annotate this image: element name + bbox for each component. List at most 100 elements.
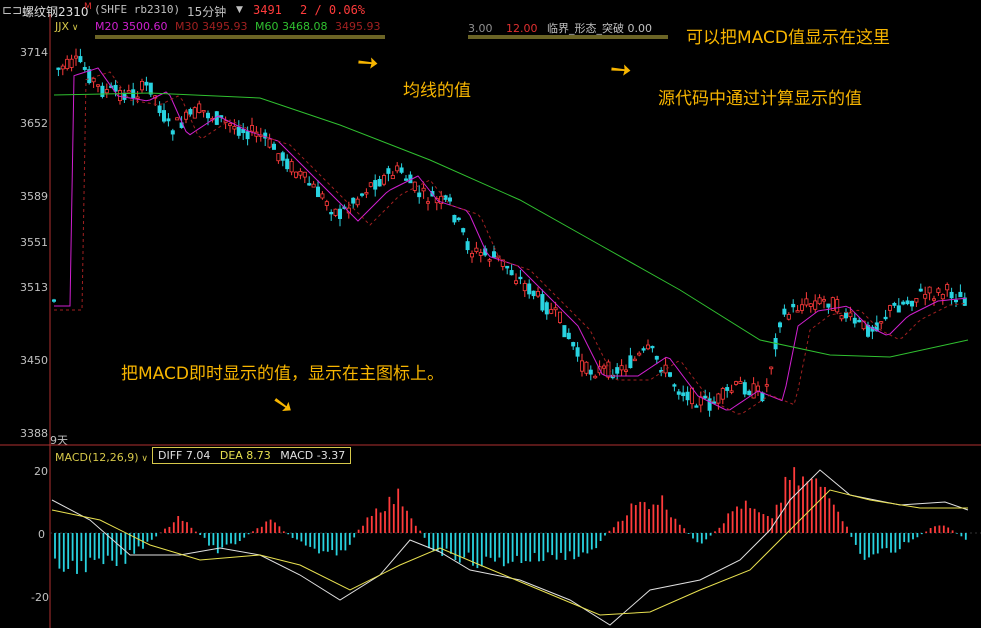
annotation-source-value: 源代码中通过计算显示的值	[658, 89, 862, 109]
candle-body	[764, 384, 769, 387]
candle-body	[421, 187, 426, 192]
candle-body	[390, 175, 395, 180]
candle-body	[364, 192, 369, 195]
candle-body	[74, 55, 79, 59]
candle-body	[381, 175, 386, 185]
candle-body	[395, 165, 400, 172]
candle-body	[786, 314, 791, 320]
candle-body	[166, 118, 171, 122]
annotation-macd-here: 可以把MACD值显示在这里	[686, 28, 890, 48]
candle-body	[311, 183, 316, 188]
candle-body	[469, 253, 474, 258]
candle-body	[813, 300, 818, 310]
candle-body	[945, 284, 950, 291]
candle-body	[628, 355, 633, 369]
candle-body	[958, 291, 963, 298]
annotation-ma-value: 均线的值	[403, 81, 471, 101]
candle-body	[905, 300, 910, 305]
candle-body	[531, 290, 536, 297]
candle-body	[619, 365, 624, 371]
candle-body	[624, 369, 629, 372]
candle-body	[161, 110, 166, 122]
candle-body	[654, 355, 659, 360]
candle-body	[302, 171, 307, 178]
candle-body	[56, 67, 61, 70]
candle-body	[157, 105, 162, 113]
candle-body	[241, 128, 246, 134]
candle-body	[778, 322, 783, 328]
candle-body	[681, 392, 686, 397]
candle-body	[562, 325, 567, 338]
candle-body	[135, 96, 140, 99]
candle-body	[456, 217, 461, 221]
candle-body	[192, 107, 197, 119]
candle-body	[716, 393, 721, 404]
candle-body	[91, 77, 96, 83]
candle-body	[936, 288, 941, 293]
candle-body	[333, 208, 338, 216]
candle-body	[337, 208, 342, 219]
candle-body	[447, 197, 452, 202]
candle-body	[602, 365, 607, 369]
candle-body	[791, 303, 796, 308]
candle-body	[575, 347, 580, 357]
candle-body	[883, 316, 888, 320]
candle-body	[509, 270, 514, 276]
candle-body	[197, 103, 202, 113]
candle-body	[593, 375, 598, 379]
candle-body	[188, 109, 193, 115]
candle-body	[307, 183, 312, 186]
candle-body	[170, 130, 175, 135]
candle-body	[205, 112, 210, 119]
candle-body	[901, 301, 906, 305]
candle-body	[245, 131, 250, 140]
candle-body	[848, 312, 853, 318]
candle-body	[227, 123, 232, 126]
candle-body	[571, 342, 576, 347]
candle-body	[646, 344, 651, 350]
candle-body	[650, 345, 655, 349]
candle-body	[892, 302, 897, 306]
candle-body	[923, 293, 928, 299]
candle-body	[668, 372, 673, 377]
candle-body	[672, 384, 677, 387]
candle-body	[491, 251, 496, 258]
candle-body	[126, 90, 131, 93]
candle-body	[720, 388, 725, 400]
candle-body	[399, 167, 404, 173]
candle-body	[417, 192, 422, 198]
candle-body	[69, 58, 74, 68]
candle-body	[540, 294, 545, 311]
candle-body	[932, 298, 937, 301]
candle-body	[315, 186, 320, 198]
candle-body	[271, 143, 276, 150]
candle-body	[320, 193, 325, 199]
candle-body	[527, 283, 532, 295]
candle-body	[637, 352, 642, 356]
candle-body	[822, 299, 827, 302]
candle-body	[949, 291, 954, 299]
candle-body	[795, 310, 800, 313]
candle-body	[487, 259, 492, 262]
candle-body	[549, 309, 554, 314]
candle-body	[918, 288, 923, 292]
candle-body	[817, 297, 822, 305]
candle-body	[474, 247, 479, 252]
candle-body	[852, 317, 857, 324]
candle-body	[285, 158, 290, 170]
candle-body	[201, 110, 206, 113]
candle-body	[412, 181, 417, 191]
candle-body	[276, 153, 281, 162]
candle-body	[118, 90, 123, 102]
candle-body	[914, 298, 919, 303]
candle-body	[403, 178, 408, 181]
candle-body	[690, 387, 695, 405]
candle-body	[940, 294, 945, 300]
candle-body	[144, 81, 149, 86]
candle-body	[100, 85, 105, 97]
candle-body	[324, 201, 329, 206]
candle-body	[78, 56, 83, 63]
candle-body	[742, 382, 747, 395]
macd-dea-line	[51, 489, 968, 616]
candle-body	[355, 198, 360, 206]
